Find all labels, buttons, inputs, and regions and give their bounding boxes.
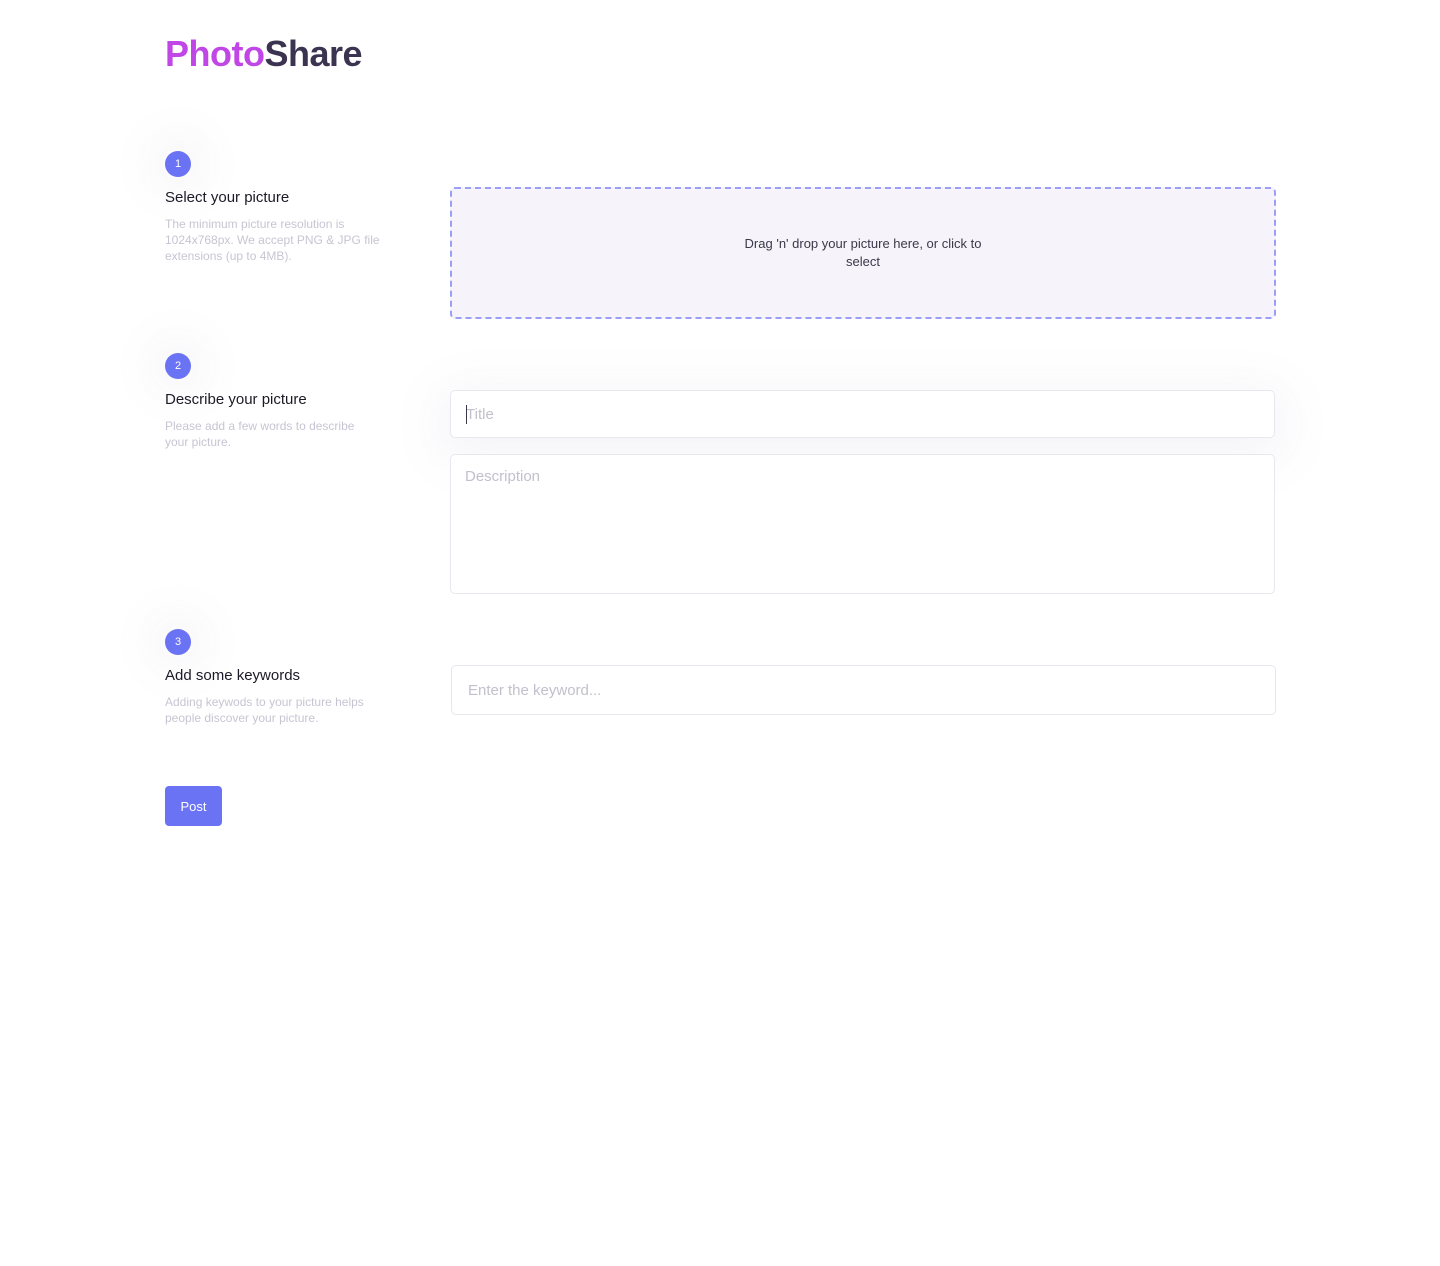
step-3-badge: 3 (165, 629, 191, 655)
logo-photo-text: Photo (165, 33, 265, 74)
post-button[interactable]: Post (165, 786, 222, 826)
step-1-description: The minimum picture resolution is 1024x7… (165, 217, 380, 263)
description-textarea[interactable] (450, 454, 1275, 594)
step-3-title: Add some keywords (165, 667, 301, 684)
step-2-badge: 2 (165, 353, 191, 379)
picture-dropzone[interactable]: Drag 'n' drop your picture here, or clic… (450, 187, 1276, 319)
keyword-input[interactable] (451, 665, 1276, 715)
app-logo: PhotoShare (165, 33, 363, 74)
step-1-title: Select your picture (165, 189, 290, 206)
step-2-description: Please add a few words to describe your … (165, 419, 355, 449)
logo-share-text: Share (264, 33, 363, 74)
page: PhotoShare 1 Select your picture The min… (0, 0, 1440, 1266)
text-caret (466, 405, 467, 424)
step-3-description: Adding keywods to your picture helps peo… (165, 695, 364, 725)
step-1-badge: 1 (165, 151, 191, 177)
title-input[interactable] (450, 390, 1275, 438)
dropzone-instructions: Drag 'n' drop your picture here, or clic… (744, 236, 982, 269)
step-2-title: Describe your picture (165, 391, 307, 408)
